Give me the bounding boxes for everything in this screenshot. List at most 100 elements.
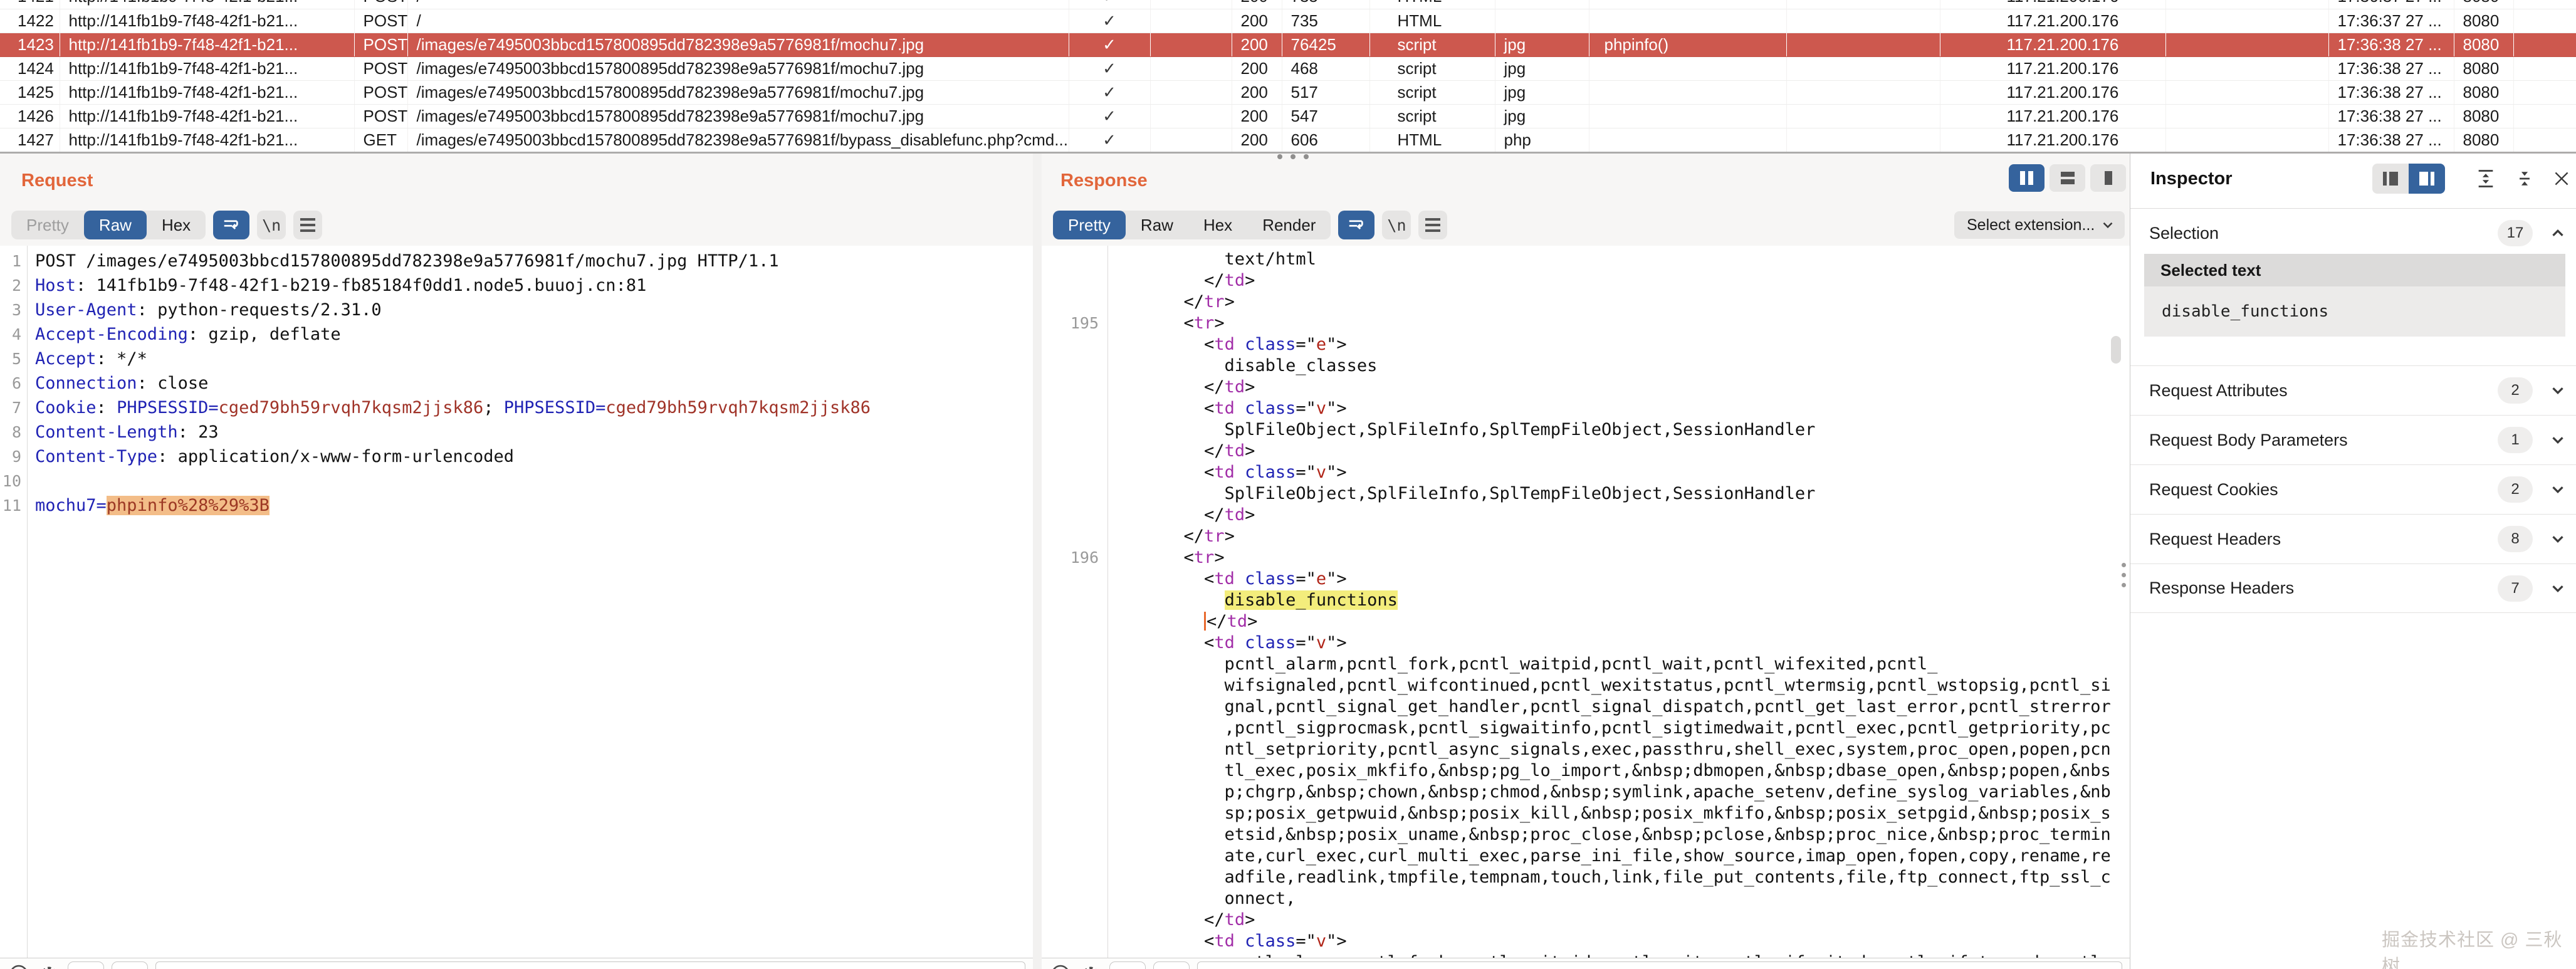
code-line[interactable]: 195 <tr> <box>1042 313 2130 334</box>
code-line[interactable]: ate,curl_exec,curl_multi_exec,parse_ini_… <box>1042 846 2130 867</box>
show-newlines-button[interactable]: \n <box>257 211 286 239</box>
response-search-input[interactable] <box>1197 961 2122 969</box>
code-line[interactable]: text/html <box>1042 249 2130 270</box>
code-line[interactable]: 4Accept-Encoding: gzip, deflate <box>0 322 1033 347</box>
tab-pretty[interactable]: Pretty <box>11 211 84 239</box>
code-line[interactable]: </tr> <box>1042 291 2130 313</box>
collapse-all-button[interactable] <box>2511 165 2538 192</box>
extension-select-dropdown[interactable]: Select extension... <box>1954 211 2125 239</box>
code-line[interactable]: wifsignaled,pcntl_wifcontinued,pcntl_wex… <box>1042 675 2130 696</box>
code-line[interactable]: 1POST /images/e7495003bbcd157800895dd782… <box>0 249 1033 273</box>
code-line[interactable]: adfile,readlink,tmpfile,tempnam,touch,li… <box>1042 867 2130 888</box>
code-line[interactable]: <td class="v"> <box>1042 462 2130 483</box>
inspector-section-request-body-parameters[interactable]: Request Body Parameters1 <box>2130 415 2576 464</box>
tab-hex[interactable]: Hex <box>1188 211 1247 239</box>
search-prev-button[interactable] <box>1109 961 1146 969</box>
code-line[interactable]: 10 <box>0 469 1033 493</box>
code-line[interactable]: </td> <box>1042 505 2130 526</box>
layout-columns-button[interactable] <box>2009 164 2045 192</box>
splitter-handle-icon[interactable] <box>1277 154 1309 159</box>
code-line[interactable]: 6Connection: close <box>0 371 1033 395</box>
code-line[interactable]: </tr> <box>1042 526 2130 547</box>
splitter-handle-icon[interactable] <box>2122 563 2126 587</box>
chevron-down-icon[interactable] <box>2544 377 2572 404</box>
code-line[interactable]: pcntl_alarm,pcntl_fork,pcntl_waitpid,pcn… <box>1042 654 2130 675</box>
search-options-icon[interactable] <box>1049 961 1072 969</box>
code-line[interactable]: </td> <box>1042 441 2130 462</box>
search-settings-gear-icon[interactable] <box>1079 961 1102 969</box>
dock-left-button[interactable] <box>2372 164 2409 194</box>
layout-single-pane-button[interactable] <box>2090 164 2126 192</box>
expand-all-button[interactable] <box>2472 165 2500 192</box>
code-line[interactable]: 3User-Agent: python-requests/2.31.0 <box>0 298 1033 322</box>
tab-raw[interactable]: Raw <box>84 211 147 239</box>
code-line[interactable]: 2Host: 141fb1b9-7f48-42f1-b219-fb85184f0… <box>0 273 1033 298</box>
table-row[interactable]: 1425http://141fb1b9-7f48-42f1-b21...POST… <box>0 80 2576 104</box>
tab-pretty[interactable]: Pretty <box>1053 211 1126 239</box>
selection-section-header[interactable]: Selection 17 <box>2130 214 2576 253</box>
code-line[interactable]: ,pcntl_sigprocmask,pcntl_sigwaitinfo,pcn… <box>1042 718 2130 739</box>
chevron-down-icon[interactable] <box>2544 575 2572 602</box>
code-line[interactable]: SplFileObject,SplFileInfo,SplTempFileObj… <box>1042 419 2130 441</box>
search-options-icon[interactable] <box>8 961 30 969</box>
inspector-section-response-headers[interactable]: Response Headers7 <box>2130 563 2576 613</box>
chevron-down-icon[interactable] <box>2544 426 2572 454</box>
code-line[interactable]: 8Content-Length: 23 <box>0 420 1033 444</box>
word-wrap-toggle-button[interactable] <box>1338 211 1374 239</box>
tab-hex[interactable]: Hex <box>147 211 206 239</box>
vertical-splitter[interactable] <box>1033 154 1042 969</box>
table-row[interactable]: 1424http://141fb1b9-7f48-42f1-b21...POST… <box>0 56 2576 80</box>
code-line[interactable]: 7Cookie: PHPSESSID=cged79bh59rvqh7kqsm2j… <box>0 395 1033 420</box>
code-line[interactable]: 5Accept: */* <box>0 347 1033 371</box>
table-row[interactable]: 1422http://141fb1b9-7f48-42f1-b21...POST… <box>0 9 2576 33</box>
code-line[interactable]: etsid,&nbsp;posix_uname,&nbsp;proc_close… <box>1042 824 2130 846</box>
editor-menu-button[interactable] <box>1418 211 1447 239</box>
code-line[interactable]: </td> <box>1042 909 2130 931</box>
code-line[interactable]: p;chgrp,&nbsp;chown,&nbsp;chmod,&nbsp;sy… <box>1042 782 2130 803</box>
code-line[interactable]: <td class="v"> <box>1042 931 2130 952</box>
code-line[interactable]: 9Content-Type: application/x-www-form-ur… <box>0 444 1033 469</box>
response-editor[interactable]: text/html </td> </tr>195 <tr> <td class=… <box>1042 246 2130 969</box>
code-line[interactable]: onnect, <box>1042 888 2130 909</box>
table-row[interactable]: 1426http://141fb1b9-7f48-42f1-b21...POST… <box>0 104 2576 128</box>
word-wrap-toggle-button[interactable] <box>213 211 249 239</box>
code-line[interactable]: <td class="e"> <box>1042 334 2130 355</box>
table-row[interactable]: 1423http://141fb1b9-7f48-42f1-b21...POST… <box>0 33 2576 56</box>
code-line[interactable]: </td> <box>1042 611 2130 632</box>
code-line[interactable]: <td class="v"> <box>1042 398 2130 419</box>
search-next-button[interactable] <box>1153 961 1190 969</box>
code-line[interactable]: </td> <box>1042 270 2130 291</box>
code-line[interactable]: disable_functions <box>1042 590 2130 611</box>
code-line[interactable]: gnal,pcntl_signal_get_handler,pcntl_sign… <box>1042 696 2130 718</box>
inspector-section-request-cookies[interactable]: Request Cookies2 <box>2130 464 2576 514</box>
request-editor[interactable]: 1POST /images/e7495003bbcd157800895dd782… <box>0 246 1033 969</box>
inspector-section-request-headers[interactable]: Request Headers8 <box>2130 514 2576 563</box>
response-scrollbar-thumb[interactable] <box>2111 336 2121 364</box>
table-row[interactable]: 1427http://141fb1b9-7f48-42f1-b21...GET/… <box>0 128 2576 152</box>
tab-render[interactable]: Render <box>1247 211 1331 239</box>
code-line[interactable]: </td> <box>1042 377 2130 398</box>
chevron-up-icon[interactable] <box>2544 219 2572 247</box>
code-line[interactable]: 196 <tr> <box>1042 547 2130 568</box>
code-line[interactable]: tl_exec,posix_mkfifo,&nbsp;pg_lo_import,… <box>1042 760 2130 782</box>
code-line[interactable]: ntl_setpriority,pcntl_async_signals,exec… <box>1042 739 2130 760</box>
search-settings-gear-icon[interactable] <box>38 961 60 969</box>
editor-menu-button[interactable] <box>293 211 322 239</box>
code-line[interactable]: <td class="e"> <box>1042 568 2130 590</box>
inspector-section-request-attributes[interactable]: Request Attributes2 <box>2130 365 2576 415</box>
search-prev-button[interactable] <box>68 961 104 969</box>
code-line[interactable]: sp;posix_getpwuid,&nbsp;posix_kill,&nbsp… <box>1042 803 2130 824</box>
tab-raw[interactable]: Raw <box>1126 211 1188 239</box>
code-line[interactable]: <td class="v"> <box>1042 632 2130 654</box>
chevron-down-icon[interactable] <box>2544 525 2572 553</box>
selected-text-value[interactable]: disable_functions <box>2144 286 2565 337</box>
request-search-input[interactable] <box>155 961 1025 969</box>
chevron-down-icon[interactable] <box>2544 476 2572 503</box>
show-newlines-button[interactable]: \n <box>1382 211 1411 239</box>
close-inspector-button[interactable] <box>2549 165 2574 192</box>
search-next-button[interactable] <box>112 961 148 969</box>
layout-rows-button[interactable] <box>2050 164 2085 192</box>
code-line[interactable]: SplFileObject,SplFileInfo,SplTempFileObj… <box>1042 483 2130 505</box>
code-line[interactable]: disable_classes <box>1042 355 2130 377</box>
table-row[interactable]: 1421http://141fb1b9-7f48-42f1-b21...POST… <box>0 0 2576 9</box>
